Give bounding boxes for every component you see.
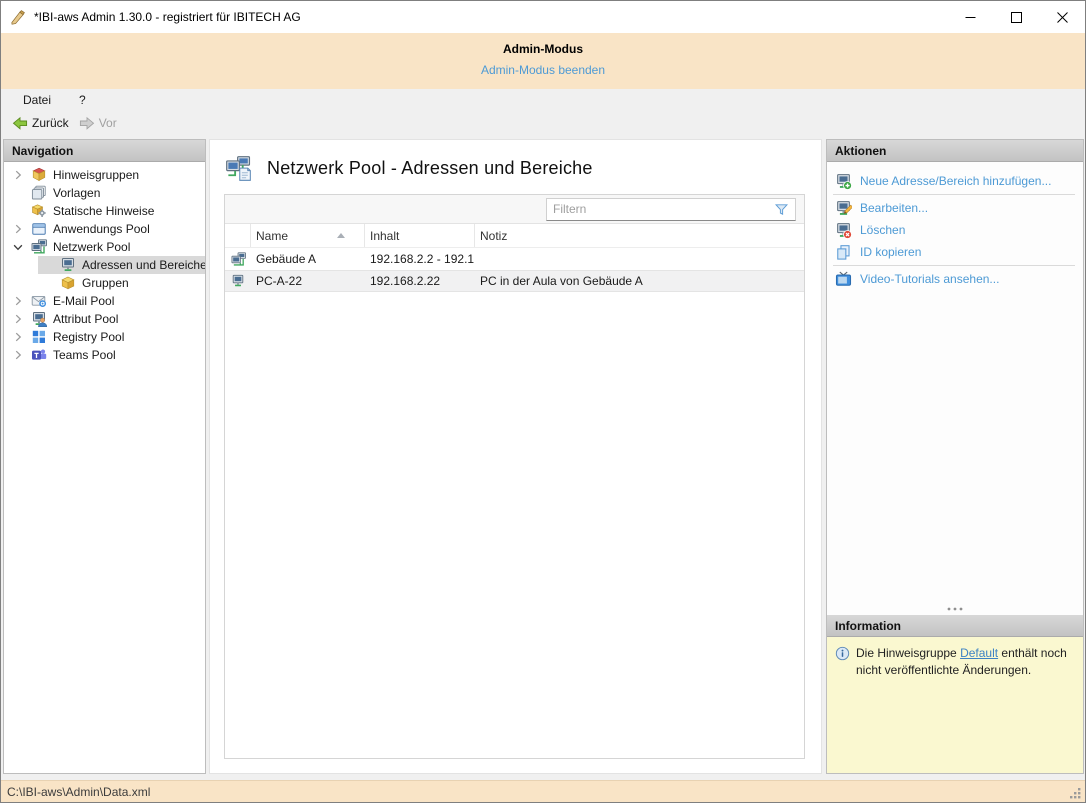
panel-splitter-grip[interactable] (827, 602, 1083, 615)
menu-help[interactable]: ? (71, 91, 94, 109)
title-bar: *IBI-aws Admin 1.30.0 - registriert für … (1, 1, 1085, 33)
sidebar-item-vorlagen[interactable]: Vorlagen (4, 184, 205, 202)
header-name[interactable]: Name (251, 224, 365, 247)
page-title: Netzwerk Pool - Adressen und Bereiche (267, 158, 593, 179)
navigation-toolbar: Zurück Vor (1, 111, 1085, 134)
navigation-panel-header: Navigation (4, 140, 205, 162)
network-pool-page-icon (225, 155, 252, 182)
sort-ascending-icon (337, 233, 345, 238)
templates-icon (31, 185, 47, 201)
default-group-link[interactable]: Default (960, 646, 998, 660)
table-row[interactable]: PC-A-22 192.168.2.22 PC in der Aula von … (225, 270, 804, 292)
copy-id-link[interactable]: ID kopieren (827, 241, 1083, 263)
back-button[interactable]: Zurück (7, 113, 74, 133)
grip-dots-icon (947, 607, 963, 611)
video-tutorials-link[interactable]: Video-Tutorials ansehen... (827, 268, 1083, 290)
right-panel: Aktionen Neue Adresse/Bereich hinzufügen… (826, 139, 1084, 774)
chevron-right-icon[interactable] (10, 311, 26, 327)
page-title-row: Netzwerk Pool - Adressen und Bereiche (210, 140, 821, 194)
application-pool-icon (31, 221, 47, 237)
main-content: Netzwerk Pool - Adressen und Bereiche (209, 139, 822, 774)
sidebar-item-hinweisgruppen[interactable]: Hinweisgruppen (4, 166, 205, 184)
delete-link[interactable]: Löschen (827, 219, 1083, 241)
admin-mode-banner: Admin-Modus Admin-Modus beenden (1, 33, 1085, 89)
chevron-down-icon[interactable] (10, 239, 26, 255)
sidebar-item-anwendungs-pool[interactable]: Anwendungs Pool (4, 220, 205, 238)
info-icon (835, 646, 850, 661)
app-icon (10, 9, 26, 25)
filter-strip (225, 195, 804, 224)
navigation-panel: Navigation Hinweisgruppen Vorlagen Stati… (3, 139, 206, 774)
minimize-button[interactable] (947, 1, 993, 33)
registry-pool-icon (31, 329, 47, 345)
chevron-right-icon[interactable] (10, 293, 26, 309)
workspace: Navigation Hinweisgruppen Vorlagen Stati… (1, 134, 1085, 780)
address-list: Name Inhalt Notiz Gebäude A 192.168.2.2 … (224, 194, 805, 759)
information-message: Die Hinweisgruppe Default enthält noch n… (827, 637, 1083, 773)
network-pool-icon (31, 239, 47, 255)
network-range-icon (225, 252, 251, 267)
window-controls (947, 1, 1085, 33)
sidebar-item-registry-pool[interactable]: Registry Pool (4, 328, 205, 346)
computer-icon (225, 274, 251, 288)
admin-mode-exit-link[interactable]: Admin-Modus beenden (481, 63, 605, 77)
status-bar: C:\IBI-aws\Admin\Data.xml (1, 780, 1085, 802)
close-icon (1057, 12, 1068, 23)
sidebar-item-attribut-pool[interactable]: Attribut Pool (4, 310, 205, 328)
filter-input[interactable] (547, 202, 774, 216)
chevron-right-icon[interactable] (10, 347, 26, 363)
menu-datei[interactable]: Datei (15, 91, 59, 109)
back-arrow-icon (12, 115, 28, 131)
forward-arrow-icon (79, 115, 95, 131)
chevron-right-icon[interactable] (10, 167, 26, 183)
sidebar-item-netzwerk-pool[interactable]: Netzwerk Pool (4, 238, 205, 256)
close-button[interactable] (1039, 1, 1085, 33)
header-notiz[interactable]: Notiz (475, 224, 804, 247)
filter-field (546, 198, 796, 221)
forward-button[interactable]: Vor (74, 113, 122, 133)
groups-icon (60, 275, 76, 291)
table-header: Name Inhalt Notiz (225, 224, 804, 248)
sidebar-item-teams-pool[interactable]: Teams Pool (4, 346, 205, 364)
static-notices-icon (31, 203, 47, 219)
menu-bar: Datei ? (1, 89, 1085, 111)
address-table: Name Inhalt Notiz Gebäude A 192.168.2.2 … (225, 224, 804, 758)
filter-funnel-icon[interactable] (774, 202, 789, 217)
add-address-icon (835, 173, 852, 190)
app-window: *IBI-aws Admin 1.30.0 - registriert für … (0, 0, 1086, 803)
edit-link[interactable]: Bearbeiten... (827, 197, 1083, 219)
email-pool-icon (31, 293, 47, 309)
chevron-right-icon[interactable] (10, 221, 26, 237)
minimize-icon (965, 12, 976, 23)
header-icon-col (225, 224, 251, 247)
notice-groups-icon (31, 167, 47, 183)
resize-grip-icon[interactable] (1069, 787, 1082, 800)
window-title: *IBI-aws Admin 1.30.0 - registriert für … (34, 10, 947, 24)
delete-icon (835, 222, 852, 239)
maximize-icon (1011, 12, 1022, 23)
edit-icon (835, 200, 852, 217)
admin-mode-title: Admin-Modus (1, 42, 1085, 56)
separator (833, 265, 1075, 266)
table-row[interactable]: Gebäude A 192.168.2.2 - 192.1... (225, 248, 804, 270)
add-address-link[interactable]: Neue Adresse/Bereich hinzufügen... (827, 170, 1083, 192)
header-inhalt[interactable]: Inhalt (365, 224, 475, 247)
information-panel-header: Information (827, 615, 1083, 637)
chevron-right-icon[interactable] (10, 329, 26, 345)
maximize-button[interactable] (993, 1, 1039, 33)
teams-pool-icon (31, 347, 47, 363)
sidebar-item-statische-hinweise[interactable]: Statische Hinweise (4, 202, 205, 220)
copy-id-icon (835, 244, 852, 261)
video-tutorials-icon (835, 271, 852, 288)
sidebar-item-adressen-und-bereiche[interactable]: Adressen und Bereiche (38, 256, 205, 274)
separator (833, 194, 1075, 195)
sidebar-item-gruppen[interactable]: Gruppen (38, 274, 205, 292)
data-file-path: C:\IBI-aws\Admin\Data.xml (7, 785, 1069, 799)
attribute-pool-icon (31, 311, 47, 327)
navigation-tree: Hinweisgruppen Vorlagen Statische Hinwei… (4, 162, 205, 773)
sidebar-item-email-pool[interactable]: E-Mail Pool (4, 292, 205, 310)
addresses-icon (60, 257, 76, 273)
actions-list: Neue Adresse/Bereich hinzufügen... Bearb… (827, 162, 1083, 602)
actions-panel-header: Aktionen (827, 140, 1083, 162)
